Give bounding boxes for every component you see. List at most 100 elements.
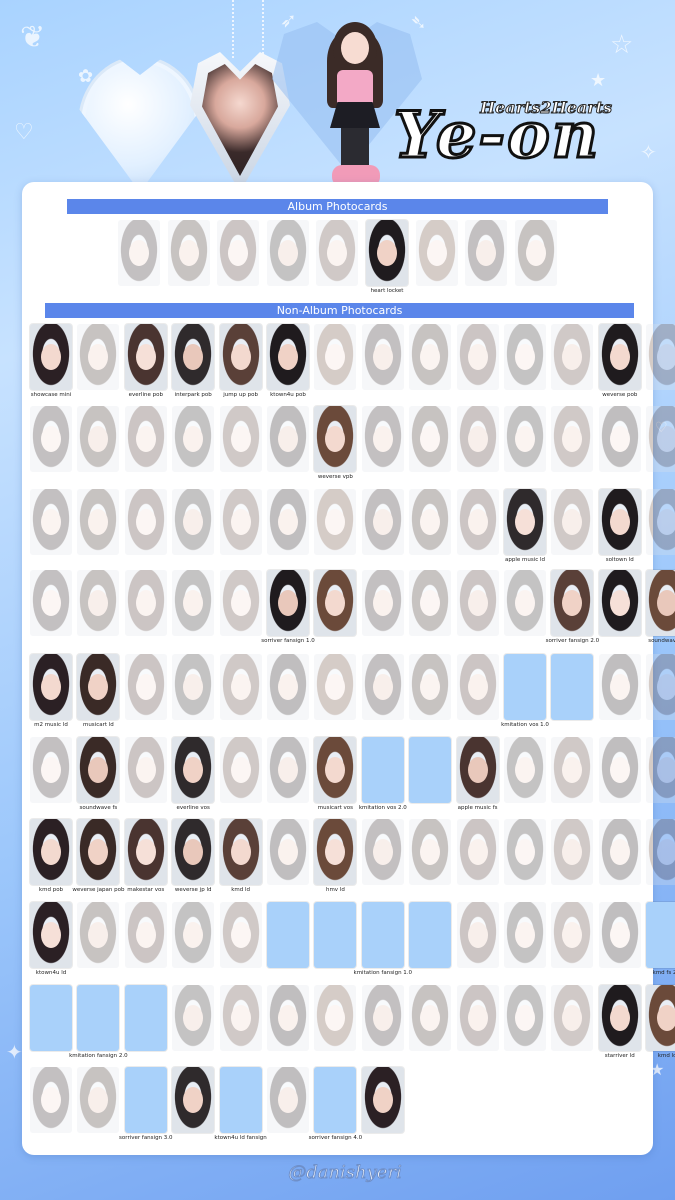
- photocard: [124, 737, 167, 803]
- photocard-template-panel: Album Photocards heart locket Non-Album …: [22, 182, 675, 1155]
- photocard: [267, 324, 309, 390]
- photocard-face: [514, 425, 536, 453]
- photocard-caption: sorriver fansign 2.0: [545, 638, 600, 644]
- locket-chain: [262, 0, 264, 58]
- photocard: [361, 406, 404, 472]
- photocard: [172, 819, 215, 885]
- photocard: [172, 902, 215, 968]
- placeholder-photocard: [409, 902, 452, 968]
- photocard: [314, 406, 357, 472]
- photocard: [124, 489, 167, 555]
- photocard-face: [40, 756, 62, 784]
- photocard: [267, 985, 309, 1051]
- photocard: [118, 220, 160, 286]
- photocard-caption: sorriver fansign 3.0: [119, 1135, 173, 1141]
- photocard-caption: ktown4u pob: [270, 392, 306, 398]
- photocard: [124, 324, 167, 390]
- photocard: [409, 406, 452, 472]
- photocard-face: [514, 921, 536, 949]
- photocard: [551, 985, 594, 1051]
- photocard-caption: kmd ld: [231, 887, 250, 893]
- photocard-face: [467, 343, 488, 371]
- photocard: [314, 985, 357, 1051]
- photocard-face: [657, 1004, 675, 1032]
- photocard: [504, 489, 546, 555]
- photocard: [504, 324, 546, 390]
- photocard: [172, 1067, 215, 1133]
- photocard-face: [467, 425, 488, 453]
- photocard-face: [514, 343, 536, 371]
- photocard-face: [277, 589, 299, 617]
- photocard-caption: everline pob: [128, 392, 163, 398]
- photocard: [77, 489, 120, 555]
- photocard-face: [230, 508, 251, 536]
- photocard: [77, 737, 120, 803]
- photocard: [219, 737, 262, 803]
- photocard: [646, 324, 675, 390]
- photocard: [30, 324, 72, 390]
- photocard: [551, 819, 594, 885]
- photocard-face: [40, 673, 62, 701]
- star-doodle-icon: ☆: [610, 30, 634, 60]
- photocard: [314, 324, 357, 390]
- photocard: [456, 737, 499, 803]
- photocard-face: [657, 756, 675, 784]
- photocard-face: [514, 838, 536, 866]
- photocard: [551, 902, 594, 968]
- photocard: [124, 902, 167, 968]
- photocard-face: [135, 921, 156, 949]
- photocard-face: [230, 756, 251, 784]
- photocard-caption: apple music ld: [504, 557, 546, 563]
- photocard-face: [230, 589, 251, 617]
- photocard-face: [135, 425, 156, 453]
- photocard-face: [230, 425, 251, 453]
- photocard: [361, 654, 404, 720]
- photocard-face: [372, 589, 393, 617]
- photocard-face: [514, 756, 536, 784]
- photocard: [598, 902, 641, 968]
- photocard-caption: sorriver fansign 1.0: [261, 638, 315, 644]
- photocard-face: [128, 239, 150, 267]
- photocard-face: [40, 589, 62, 617]
- photocard: [172, 737, 215, 803]
- photocard-face: [609, 673, 630, 701]
- photocard-face: [277, 838, 299, 866]
- album-section-header: Album Photocards: [67, 199, 608, 214]
- photocard: [361, 489, 404, 555]
- photocard: [361, 819, 404, 885]
- photocard-face: [609, 343, 630, 371]
- photocard: [219, 985, 262, 1051]
- photocard-face: [514, 589, 536, 617]
- photocard: [361, 1067, 404, 1133]
- photocard: [77, 324, 120, 390]
- photocard: [314, 654, 357, 720]
- photocard-caption: ktown4u ld: [35, 970, 67, 976]
- photocard: [30, 570, 72, 636]
- photocard-caption: musicart vos: [317, 805, 354, 811]
- photocard-caption: makestar vos: [127, 887, 165, 893]
- placeholder-photocard: [361, 902, 404, 968]
- photocard: [504, 902, 546, 968]
- locket-photo: [202, 64, 278, 176]
- photocard: [551, 489, 594, 555]
- photocard: [219, 819, 262, 885]
- photocard-caption: showcase mini: [30, 392, 72, 398]
- photocard: [598, 985, 641, 1051]
- photocard-face: [40, 343, 62, 371]
- photocard-face: [609, 838, 630, 866]
- photocard: [219, 406, 262, 472]
- photocard: [172, 489, 215, 555]
- photocard: [646, 654, 675, 720]
- photocard-caption: musicart ld: [82, 722, 114, 728]
- photocard-face: [135, 589, 156, 617]
- heart-doodle-icon: ♡: [14, 120, 34, 145]
- photocard-face: [467, 838, 488, 866]
- photocard-caption: apple music fs: [457, 805, 498, 811]
- photocard: [409, 985, 452, 1051]
- photocard-face: [467, 508, 488, 536]
- photocard: [598, 324, 641, 390]
- photocard: [172, 985, 215, 1051]
- photocard: [456, 324, 499, 390]
- photocard: [314, 737, 357, 803]
- photocard: [217, 220, 260, 286]
